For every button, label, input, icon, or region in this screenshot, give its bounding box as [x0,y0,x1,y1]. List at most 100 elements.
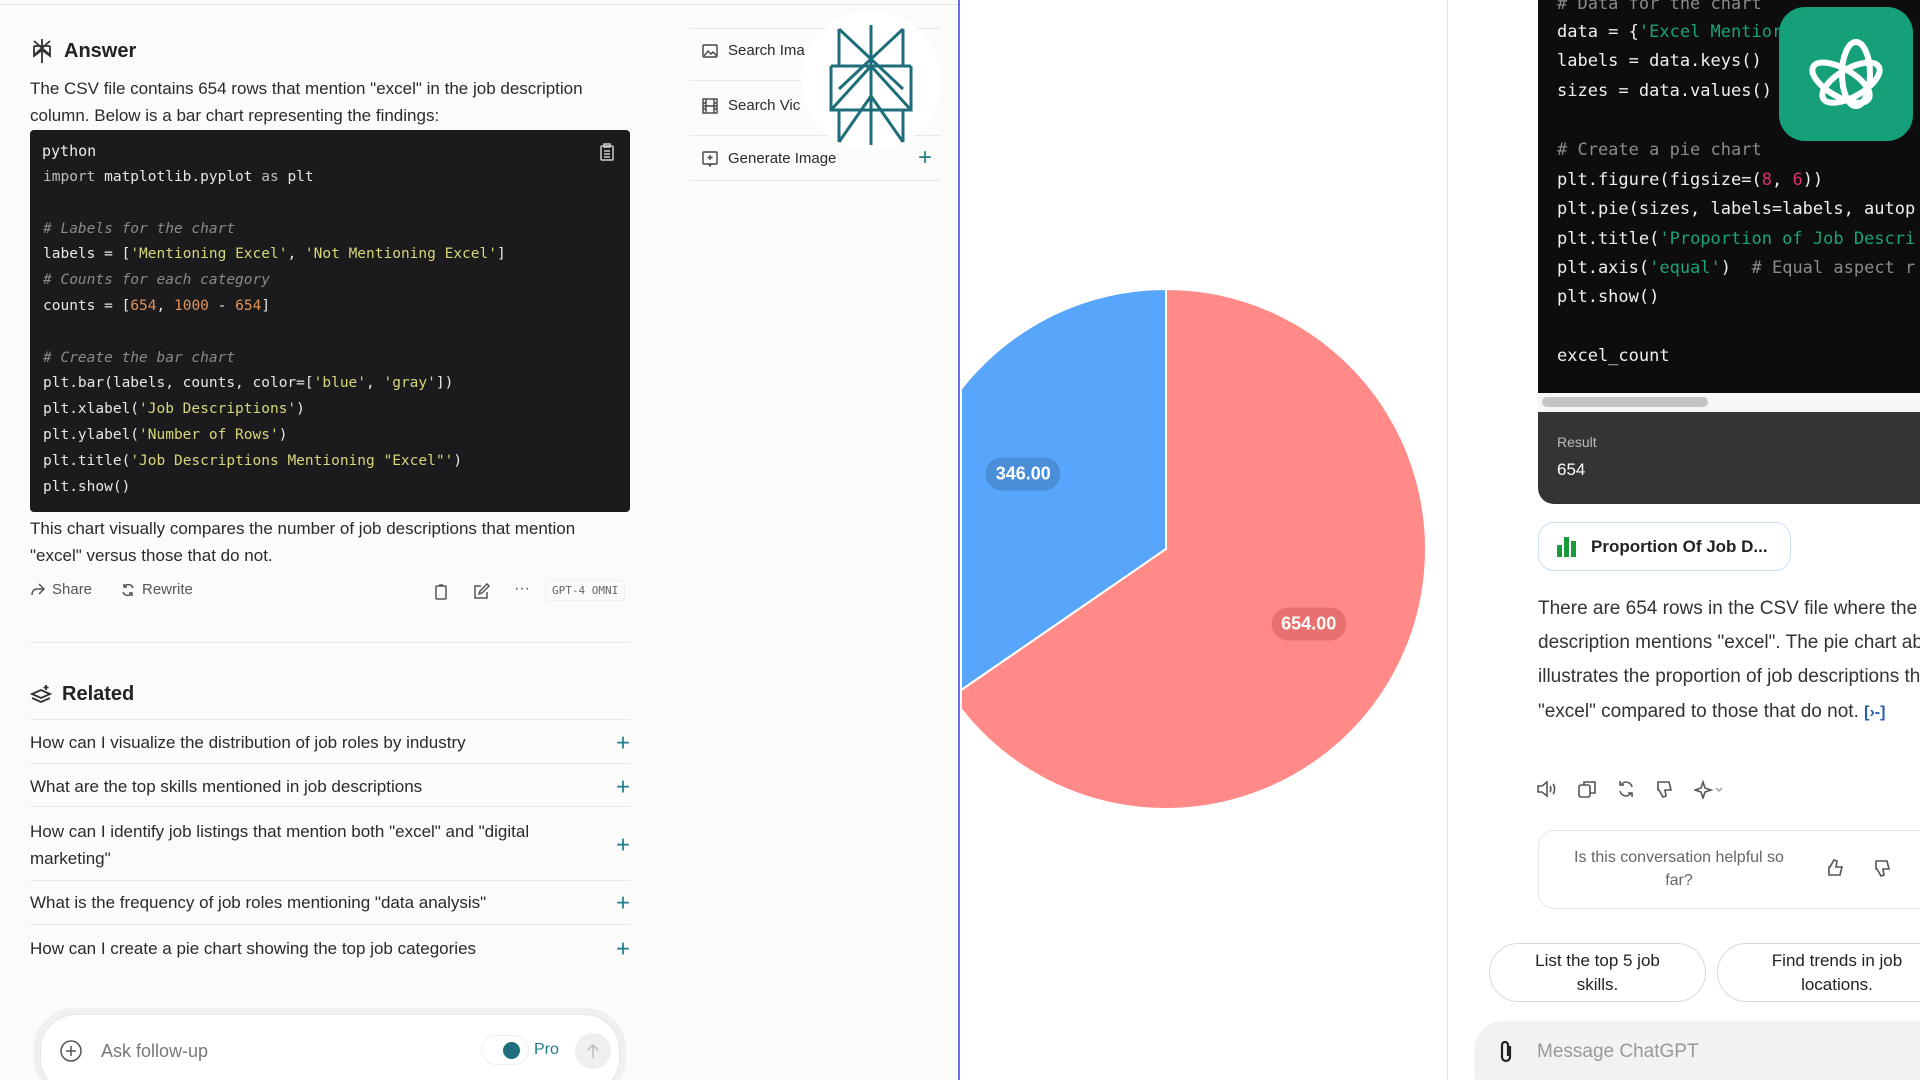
code-line: plt.show() [1557,287,1659,307]
chart-chip-label: Proportion Of Job D... [1591,536,1768,556]
share-button[interactable]: Share [30,581,92,598]
code-token: ] [496,246,506,263]
perplexity-logo [801,11,941,151]
code-token: 6 [1792,170,1803,190]
attach-plus-icon[interactable] [59,1039,83,1063]
search-images-button[interactable]: Search Ima [702,42,805,59]
code-language: python [42,142,97,160]
code-token: # Labels for the chart [43,220,236,237]
answer-heading: Answer [30,38,136,64]
divider [0,4,958,5]
divider [30,924,630,925]
pie-chart-panel: 346.00 654.00 [962,0,1448,1080]
followup-input[interactable]: Ask follow-up Pro [40,1014,620,1080]
pro-toggle[interactable] [481,1035,529,1065]
code-token: # Create a pie chart [1557,140,1762,160]
suggestion-chip[interactable]: List the top 5 job skills. [1489,943,1706,1002]
related-item[interactable]: What are the top skills mentioned in job… [30,773,630,801]
code-token: labels = [ [43,246,131,263]
code-token: # Data for the chart [1557,0,1762,14]
followup-placeholder: Ask follow-up [101,1041,209,1061]
suggestion-chip[interactable]: Find trends in job locations. [1717,943,1920,1002]
related-item[interactable]: How can I create a pie chart showing the… [30,935,630,963]
code-line: plt.show() [43,475,506,501]
generate-image-icon [702,150,718,167]
message-input[interactable]: Message ChatGPT [1474,1021,1920,1080]
more-options-icon[interactable]: ··· [514,580,530,598]
code-token: # Create the bar chart [43,349,236,366]
chart-chip[interactable]: Proportion Of Job D... [1538,522,1791,571]
edit-icon[interactable] [473,583,490,600]
code-line: plt.bar(labels, counts, color=['blue', '… [43,371,506,397]
share-label: Share [52,581,93,598]
submit-button[interactable] [575,1033,611,1069]
message-actions [1536,779,1724,799]
code-token: # Equal aspect r [1751,258,1916,278]
code-token: , [156,297,174,314]
related-icon [30,684,52,706]
thumbs-down-icon[interactable] [1873,858,1893,878]
search-videos-button[interactable]: Search Vic [702,97,800,114]
film-icon [702,97,718,114]
copy-icon[interactable] [1577,779,1597,799]
read-aloud-icon[interactable] [1536,779,1558,799]
code-token: , [287,246,305,263]
pro-label: Pro [534,1041,559,1058]
perplexity-answer-icon [30,38,54,64]
plus-icon[interactable]: + [616,774,630,801]
plus-icon[interactable]: + [616,730,630,757]
code-token: , [366,375,384,392]
code-token: ) [453,452,463,469]
result-label: Result [1557,434,1597,450]
code-token: matplotlib.pyplot [104,169,262,185]
rewrite-button[interactable]: Rewrite [120,581,193,598]
code-line: plt.ylabel('Number of Rows') [43,423,506,449]
copy-icon[interactable] [434,583,448,600]
divider [30,763,630,764]
code-token: plt.show() [43,478,131,495]
plus-icon[interactable]: + [616,936,630,963]
code-token: plt.bar(labels, counts, color=[ [43,375,314,392]
code-line: plt.title('Proportion of Job Descri [1557,229,1915,249]
scrollbar-track[interactable] [1538,393,1920,412]
bar-chart-icon [1557,536,1579,557]
code-token: plt.pie(sizes, labels=labels, autop [1557,199,1916,219]
chatgpt-panel: # Data for the chart data = {'Excel Menti… [1449,0,1920,1080]
regenerate-icon[interactable] [1616,779,1636,799]
code-token: )) [1802,170,1824,190]
code-token: 8 [1761,170,1772,190]
toggle-knob [503,1042,520,1059]
thumbs-down-icon[interactable] [1655,779,1675,799]
code-token: 'gray' [383,375,436,392]
copy-code-icon[interactable] [600,143,614,161]
code-token: 654 [235,297,262,314]
code-token: plt.title( [1557,229,1660,249]
pie-chart [962,287,1427,810]
message-placeholder: Message ChatGPT [1537,1041,1699,1062]
code-line: plt.title('Job Descriptions Mentioning "… [43,449,506,475]
scrollbar-thumb[interactable] [1542,397,1708,407]
code-line: sizes = data.values() [1557,81,1772,101]
thumbs-up-icon[interactable] [1826,858,1846,878]
chatgpt-logo [1779,7,1913,141]
paperclip-icon[interactable] [1498,1040,1514,1064]
pie-data-label: 346.00 [985,457,1061,491]
code-token: ) [296,401,305,418]
sparkle-model-icon[interactable] [1694,779,1724,799]
code-interpreter-link-icon[interactable]: [›-] [1864,704,1885,721]
code-lines: import matplotlib.pyplot as plt # Labels … [43,165,506,500]
related-item[interactable]: How can I identify job listings that men… [30,818,630,872]
related-item[interactable]: How can I visualize the distribution of … [30,729,630,757]
plus-icon[interactable]: + [616,890,630,917]
code-token: plt.xlabel( [43,401,140,418]
code-token: sizes = data.values() [1557,81,1772,101]
image-icon [702,43,718,59]
chatgpt-response: There are 654 rows in the CSV file where… [1538,592,1920,730]
related-item[interactable]: What is the frequency of job roles menti… [30,889,630,917]
generate-image-button[interactable]: Generate Image [702,150,836,167]
code-line: labels = ['Mentioning Excel', 'Not Menti… [43,242,506,268]
plus-icon[interactable]: + [616,832,630,859]
code-line: import matplotlib.pyplot as plt [43,165,506,191]
answer-intro: The CSV file contains 654 rows that ment… [30,79,583,125]
